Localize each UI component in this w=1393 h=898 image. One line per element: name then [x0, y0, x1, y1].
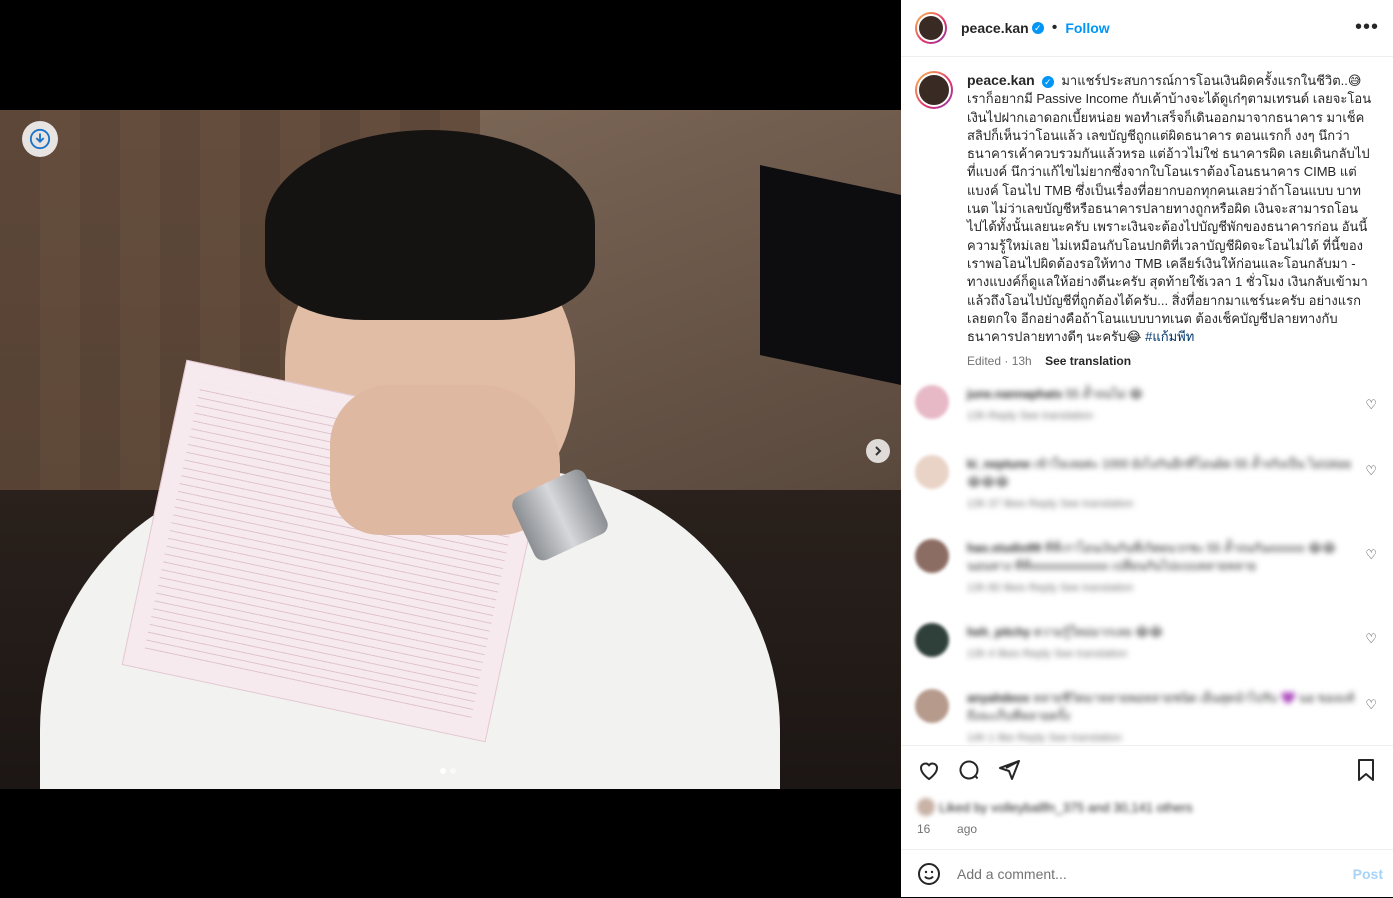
comment-meta: 14h 1 like Reply See translation — [967, 732, 1122, 744]
avatar[interactable] — [915, 623, 949, 657]
caption-text: มาแชร์ประสบการณ์การโอนเงินผิดครั้งแรกในช… — [967, 73, 1372, 345]
heart-icon[interactable] — [917, 758, 941, 789]
carousel-dot — [440, 768, 446, 774]
more-options-icon[interactable]: ••• — [1355, 16, 1379, 39]
comment-text: 55 ล้ำจนไม่ 😂 — [1065, 387, 1143, 401]
add-comment-bar: Add a comment... Post — [901, 849, 1393, 898]
verified-icon: ✓ — [1041, 75, 1054, 88]
post-comment-button[interactable]: Post — [1353, 866, 1383, 882]
heart-icon[interactable]: ♡ — [1365, 397, 1377, 413]
follow-button[interactable]: Follow — [1065, 20, 1109, 36]
comment-input[interactable]: Add a comment... — [957, 866, 1353, 882]
avatar[interactable] — [915, 385, 949, 419]
avatar[interactable] — [915, 539, 949, 573]
carousel-dot — [450, 768, 456, 774]
comment-item: ki_neptune เข้าใจเลยค่ะ 1000 ยังไงกันอีก… — [915, 455, 1385, 513]
share-icon[interactable] — [997, 758, 1021, 789]
bookmark-icon[interactable] — [1355, 758, 1377, 788]
heart-icon[interactable]: ♡ — [1365, 631, 1377, 647]
avatar[interactable] — [915, 455, 949, 489]
post-caption: peace.kan ✓ มาแชร์ประสบการณ์การโอนเงินผิด… — [915, 71, 1385, 371]
comment-username[interactable]: ki_neptune — [967, 457, 1030, 471]
caption-meta: Edited · 13h See translation — [967, 352, 1372, 370]
post-actions: Liked by volleyballfn_375 and 30,141 oth… — [901, 745, 1393, 850]
caption-username[interactable]: peace.kan — [967, 72, 1035, 88]
edited-time: Edited · 13h — [967, 354, 1032, 369]
comment-username[interactable]: anyahdeox — [967, 691, 1030, 705]
comment-item: hao.studio99 ที่ที่เราโอนเงินกันที่เกิดผ… — [915, 539, 1385, 597]
emoji-icon[interactable] — [917, 862, 941, 886]
comment-icon[interactable] — [957, 758, 981, 789]
verified-icon: ✓ — [1031, 22, 1044, 34]
post-header: peace.kan ✓ • Follow ••• — [901, 0, 1393, 57]
chevron-right-icon[interactable] — [866, 439, 890, 463]
avatar[interactable] — [915, 689, 949, 723]
comment-item: anyahdeox หลายชีวิตมาหลายพอหลายชนิด เย็น… — [915, 689, 1385, 745]
comment-username[interactable]: hao.studio99 — [967, 541, 1041, 555]
download-icon[interactable] — [22, 121, 58, 157]
tv-screen — [760, 165, 901, 385]
heart-icon[interactable]: ♡ — [1365, 547, 1377, 563]
comment-meta: 13h 80 likes Reply See translation — [967, 582, 1134, 594]
carousel-indicator — [440, 768, 456, 774]
heart-icon[interactable]: ♡ — [1365, 697, 1377, 713]
comment-item: heh_pitchy ความรู้ใหม่มากเลย 😂😂 13h 4 lik… — [915, 623, 1385, 663]
comment-username[interactable]: heh_pitchy — [967, 625, 1030, 639]
comment-meta: 13h 37 likes Reply See translation — [967, 498, 1134, 510]
hashtag-link[interactable]: #แก้มพีท — [1145, 329, 1194, 344]
comment-username[interactable]: june.nannaphats — [967, 387, 1062, 401]
post-time: 16 ago — [917, 822, 978, 836]
header-username[interactable]: peace.kan — [961, 20, 1029, 36]
comment-meta: 13h Reply See translation — [967, 410, 1093, 422]
comment-item: june.nannaphats 55 ล้ำจนไม่ 😂 13h Reply S… — [915, 385, 1385, 425]
comments-scroll-area[interactable]: peace.kan ✓ มาแชร์ประสบการณ์การโอนเงินผิด… — [901, 57, 1393, 745]
avatar[interactable] — [915, 71, 953, 109]
post-side-panel: peace.kan ✓ • Follow ••• peace.kan ✓ มาแช… — [901, 0, 1393, 897]
post-media — [0, 0, 901, 897]
comment-meta: 13h 4 likes Reply See translation — [967, 648, 1128, 660]
avatar[interactable] — [915, 12, 947, 44]
see-translation-link[interactable]: See translation — [1045, 354, 1131, 368]
comment-text: ความรู้ใหม่มากเลย 😂😂 — [1033, 625, 1164, 639]
likes-summary[interactable]: Liked by volleyballfn_375 and 30,141 oth… — [917, 798, 1193, 816]
heart-icon[interactable]: ♡ — [1365, 463, 1377, 479]
post-photo[interactable] — [0, 110, 901, 789]
